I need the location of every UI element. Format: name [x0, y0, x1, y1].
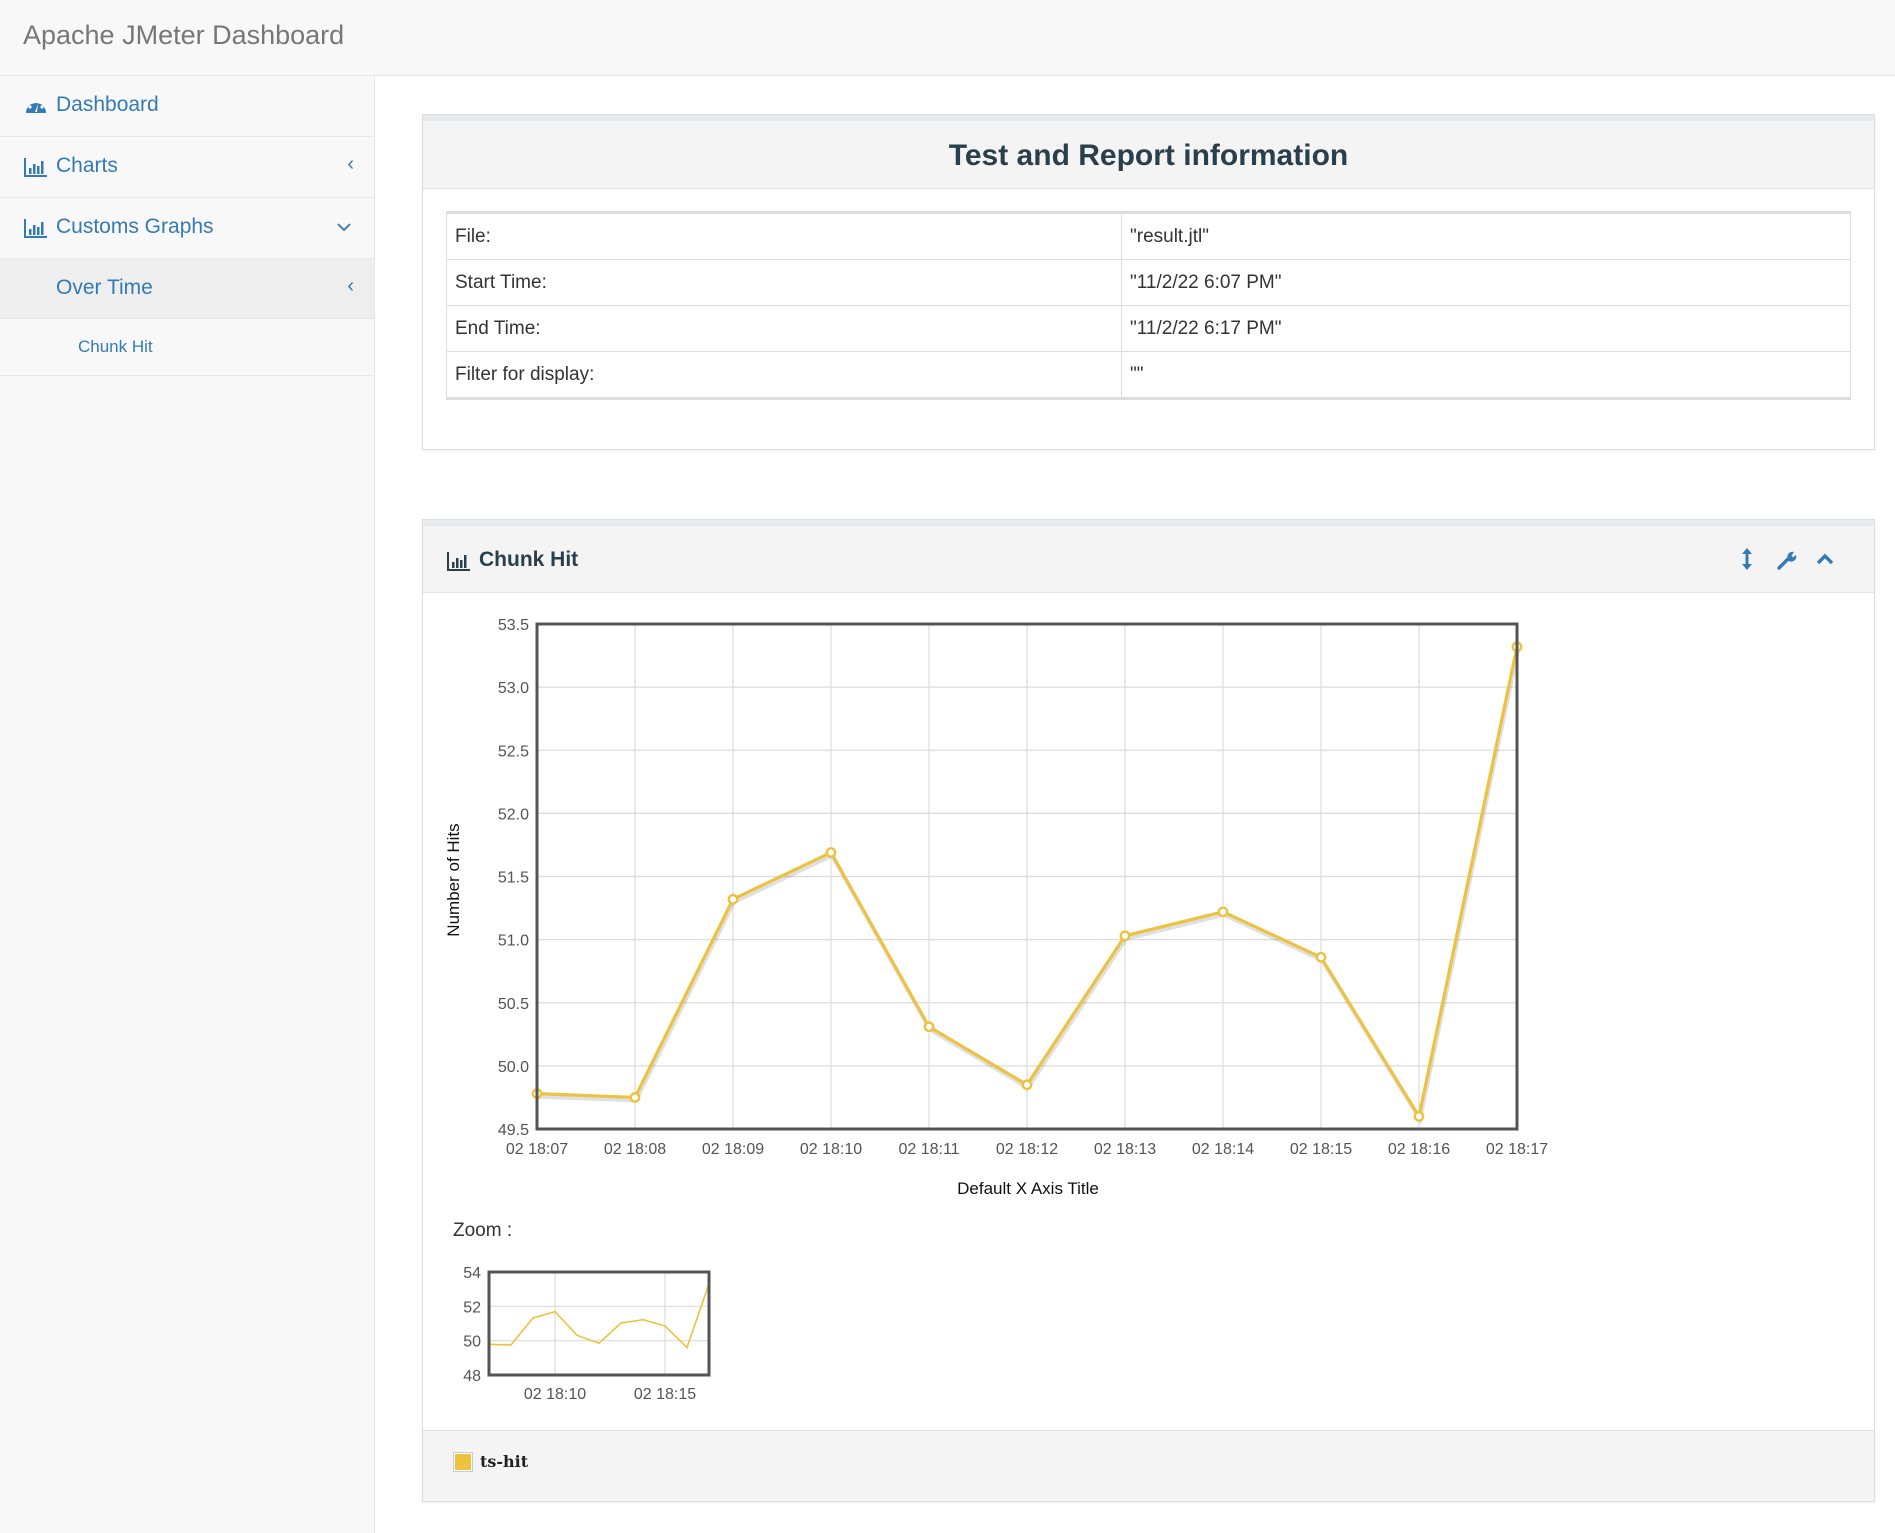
sidebar-item-customs-graphs[interactable]: Customs Graphs — [0, 198, 374, 259]
nav-y-tick-label: 50 — [463, 1334, 481, 1351]
x-tick-label: 02 18:10 — [800, 1141, 862, 1158]
nav-x-tick-label: 02 18:15 — [634, 1386, 696, 1403]
sidebar-item-label: Customs Graphs — [56, 215, 214, 238]
main-content: Test and Report information File: "resul… — [375, 76, 1895, 1533]
test-report-info-panel: Test and Report information File: "resul… — [422, 114, 1875, 450]
row-label: Start Time: — [446, 259, 1122, 306]
sidebar-item-label: Chunk Hit — [78, 337, 153, 356]
row-value: "11/2/22 6:07 PM" — [1121, 259, 1851, 306]
x-tick-label: 02 18:11 — [898, 1141, 959, 1158]
navigator-frame — [487, 1270, 711, 1377]
data-point — [923, 1021, 935, 1033]
data-point — [1315, 951, 1327, 963]
series-shadow — [537, 649, 1520, 1125]
row-value: "11/2/22 6:17 PM" — [1121, 305, 1851, 352]
data-point — [1021, 1079, 1033, 1091]
y-tick-label: 51.0 — [498, 933, 529, 950]
data-point — [1119, 930, 1131, 942]
legend-swatch[interactable] — [453, 1452, 473, 1472]
y-tick-label: 49.5 — [498, 1122, 529, 1139]
sidebar-item-over-time[interactable]: Over Time ‹ — [0, 259, 374, 319]
panel-header: Chunk Hit — [423, 526, 1874, 593]
chevron-left-icon[interactable]: ‹ — [347, 153, 354, 176]
x-tick-label: 02 18:14 — [1192, 1141, 1254, 1158]
chunk-hit-chart[interactable]: 49.5 50.0 50.5 51.0 51.5 52.0 52.5 53.0 53.5 02 … — [423, 592, 1583, 1212]
sidebar-item-label: Dashboard — [56, 93, 159, 116]
data-point — [1217, 906, 1229, 918]
legend: ts-hit — [423, 1430, 1874, 1501]
data-point — [1413, 1110, 1425, 1122]
dashboard-icon — [26, 100, 46, 113]
collapse-icon[interactable] — [1811, 544, 1839, 574]
bar-chart-icon — [24, 219, 47, 238]
nav-y-tick-label: 52 — [463, 1299, 481, 1316]
data-point — [727, 893, 739, 905]
chunk-hit-panel: Chunk Hit 49.5 50.0 50.5 51.0 51.5 52.0 52.5 53… — [422, 519, 1875, 1502]
table-row: End Time: "11/2/22 6:17 PM" — [446, 305, 1851, 352]
table-row: Filter for display: "" — [446, 351, 1851, 399]
nav-y-tick-label: 54 — [463, 1265, 481, 1282]
x-tick-label: 02 18:12 — [996, 1141, 1058, 1158]
info-table: File: "result.jtl" Start Time: "11/2/22 … — [446, 211, 1851, 400]
zoom-label: Zoom : — [453, 1220, 513, 1241]
x-tick-label: 02 18:17 — [1486, 1141, 1548, 1158]
row-label: Filter for display: — [446, 351, 1122, 399]
x-axis-label: Default X Axis Title — [957, 1179, 1099, 1198]
sidebar-item-charts[interactable]: Charts ‹ — [0, 137, 374, 198]
y-tick-label: 52.5 — [498, 743, 529, 760]
x-tick-label: 02 18:07 — [506, 1141, 568, 1158]
y-tick-label: 50.5 — [498, 996, 529, 1013]
bar-chart-icon — [24, 158, 47, 177]
sidebar-item-label: Over Time — [56, 276, 153, 299]
sidebar-item-chunk-hit[interactable]: Chunk Hit — [0, 319, 374, 376]
app-title[interactable]: Apache JMeter Dashboard — [23, 20, 344, 51]
y-tick-label: 53.5 — [498, 617, 529, 634]
data-point — [825, 847, 837, 858]
panel-title: Test and Report information — [948, 139, 1349, 172]
panel-title: Chunk Hit — [479, 548, 579, 571]
y-tick-label: 52.0 — [498, 806, 529, 823]
zoom-navigator-chart[interactable]: 48 50 52 54 02 18:10 02 18:15 — [433, 1260, 753, 1410]
x-tick-label: 02 18:08 — [604, 1141, 666, 1158]
row-label: File: — [446, 212, 1122, 260]
x-tick-label: 02 18:16 — [1388, 1141, 1450, 1158]
table-row: Start Time: "11/2/22 6:07 PM" — [446, 259, 1851, 306]
x-tick-label: 02 18:09 — [702, 1141, 764, 1158]
row-value: "" — [1121, 351, 1851, 399]
sidebar: Dashboard Charts ‹ Customs Graphs Over T… — [0, 76, 375, 1533]
y-tick-label: 53.0 — [498, 680, 529, 697]
sidebar-item-label: Charts — [56, 154, 118, 177]
table-row: File: "result.jtl" — [446, 212, 1851, 260]
sidebar-item-dashboard[interactable]: Dashboard — [0, 76, 374, 137]
row-label: End Time: — [446, 305, 1122, 352]
nav-series-line-ts-hit — [488, 1283, 710, 1349]
chevron-down-icon[interactable] — [337, 222, 351, 232]
nav-y-tick-label: 48 — [463, 1368, 481, 1385]
y-axis-label: Number of Hits — [444, 823, 463, 936]
y-tick-label: 50.0 — [498, 1059, 529, 1076]
x-tick-label: 02 18:13 — [1094, 1141, 1156, 1158]
wrench-icon[interactable] — [1773, 544, 1801, 574]
top-navbar: Apache JMeter Dashboard — [0, 0, 1895, 76]
bar-chart-icon — [447, 552, 470, 571]
x-tick-label: 02 18:15 — [1290, 1141, 1352, 1158]
legend-label[interactable]: ts-hit — [480, 1452, 528, 1471]
panel-header: Test and Report information — [423, 121, 1874, 189]
row-value: "result.jtl" — [1121, 212, 1851, 260]
chevron-left-icon[interactable]: ‹ — [347, 275, 354, 298]
nav-x-tick-label: 02 18:10 — [524, 1386, 586, 1403]
expand-icon[interactable] — [1733, 544, 1761, 574]
y-tick-label: 51.5 — [498, 870, 529, 887]
data-point — [629, 1092, 641, 1103]
